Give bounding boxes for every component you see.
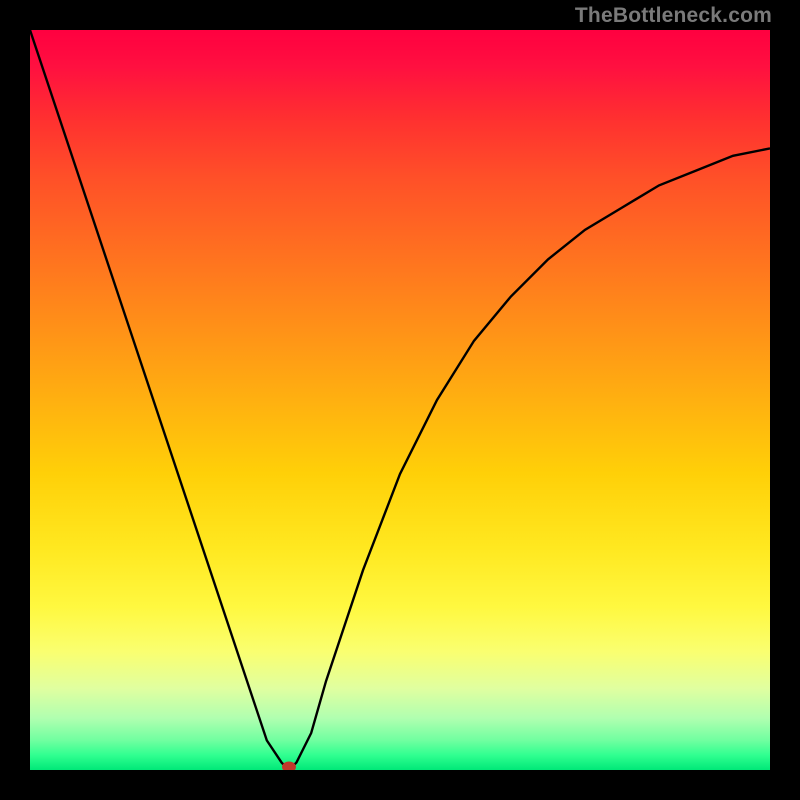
minimum-marker: [282, 762, 296, 771]
bottleneck-curve: [30, 30, 770, 770]
chart-frame: TheBottleneck.com: [0, 0, 800, 800]
watermark-text: TheBottleneck.com: [575, 4, 772, 28]
curve-svg: [30, 30, 770, 770]
plot-area: [30, 30, 770, 770]
